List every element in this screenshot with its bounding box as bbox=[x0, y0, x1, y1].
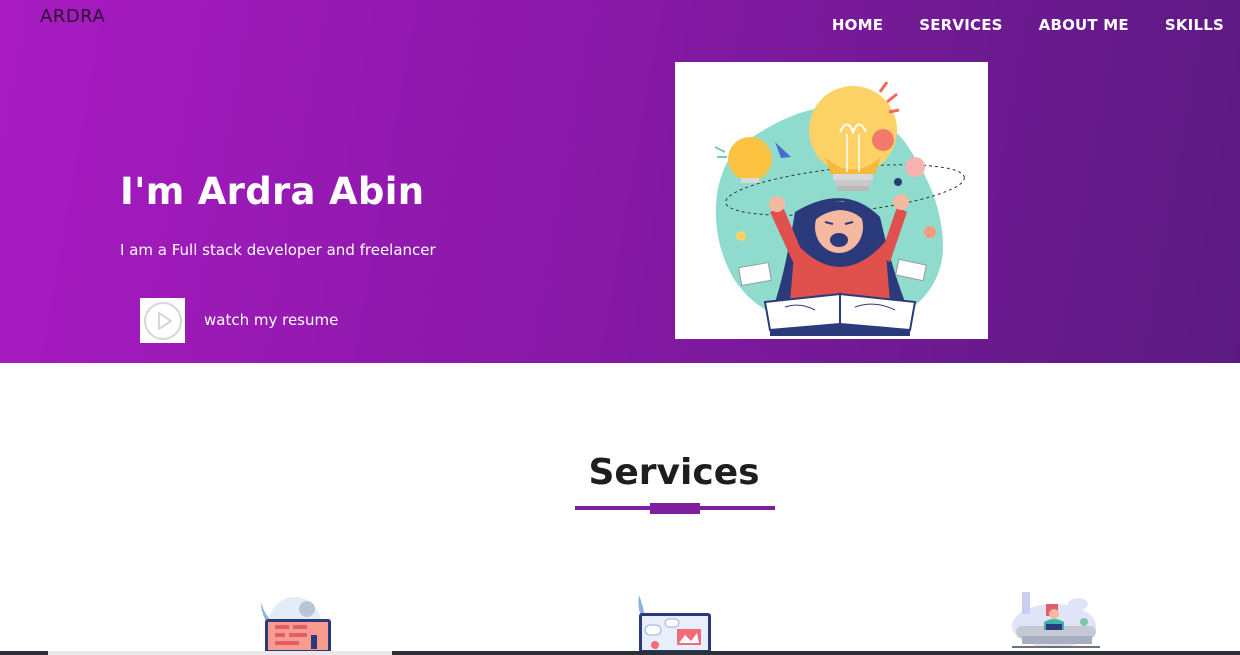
bottom-edge-segment bbox=[48, 651, 392, 655]
hero-illustration bbox=[675, 62, 988, 339]
play-resume-button[interactable] bbox=[140, 298, 185, 343]
nav-skills[interactable]: SKILLS bbox=[1165, 16, 1224, 34]
nav-services[interactable]: SERVICES bbox=[919, 16, 1002, 34]
services-underline-accent bbox=[650, 503, 700, 514]
web-development-illustration-icon bbox=[638, 595, 711, 651]
hero-section: ARDRA HOME SERVICES ABOUT ME SKILLS I'm … bbox=[0, 0, 1240, 363]
play-icon bbox=[143, 301, 182, 340]
lightbulb-idea-illustration-icon bbox=[714, 81, 965, 336]
service-card-1[interactable] bbox=[255, 595, 335, 651]
freelance-work-illustration-icon bbox=[1012, 592, 1100, 648]
main-nav: HOME SERVICES ABOUT ME SKILLS bbox=[832, 16, 1224, 34]
nav-home[interactable]: HOME bbox=[832, 16, 883, 34]
watch-resume-link[interactable]: watch my resume bbox=[204, 311, 338, 329]
service-card-2[interactable] bbox=[635, 595, 715, 651]
nav-about-me[interactable]: ABOUT ME bbox=[1039, 16, 1129, 34]
hero-subtitle: I am a Full stack developer and freelanc… bbox=[120, 241, 436, 259]
services-heading: Services bbox=[588, 452, 760, 493]
web-design-illustration-icon bbox=[261, 597, 331, 651]
brand-logo[interactable]: ARDRA bbox=[40, 6, 105, 27]
hero-title: I'm Ardra Abin bbox=[120, 170, 425, 213]
service-card-3[interactable] bbox=[1010, 590, 1102, 651]
